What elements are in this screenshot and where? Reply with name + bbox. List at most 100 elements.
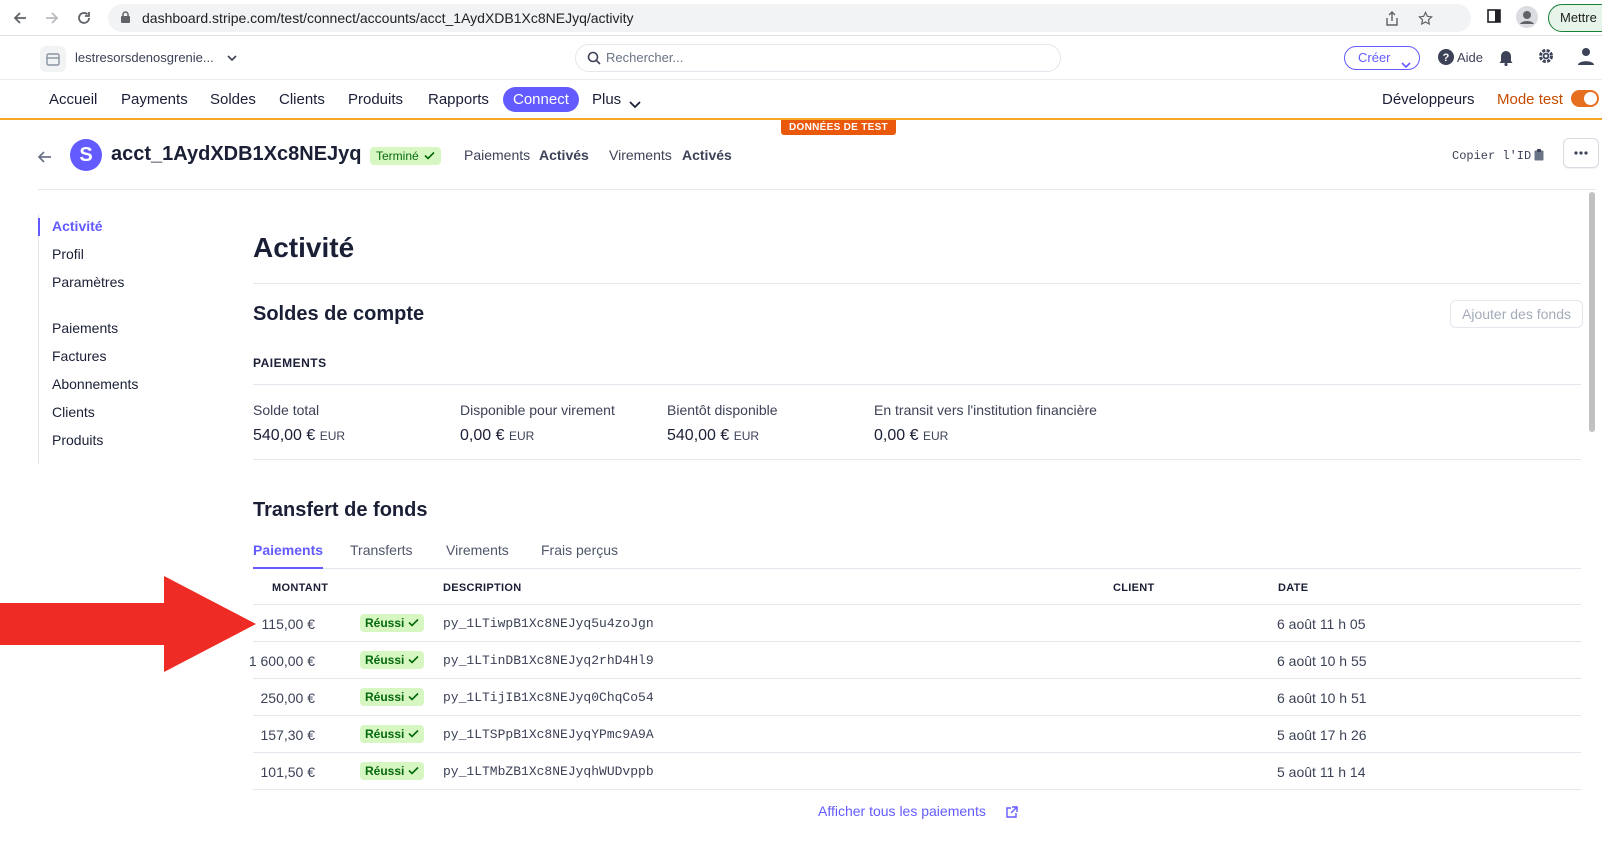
status-label: Réussi — [365, 653, 405, 667]
create-button[interactable]: Créer — [1344, 46, 1420, 70]
payments-subhead: PAIEMENTS — [253, 356, 327, 370]
tab-payouts[interactable]: Virements — [446, 542, 509, 558]
amount-cell: 1 600,00 € — [248, 653, 315, 669]
tab-transfers[interactable]: Transferts — [350, 542, 413, 558]
status-badge: Réussi — [360, 651, 424, 669]
chevron-down-icon[interactable] — [629, 96, 641, 114]
sidebar-item-customers[interactable]: Clients — [52, 404, 95, 420]
search-box[interactable] — [575, 44, 1061, 72]
balance-label: Solde total — [253, 402, 320, 418]
nav-customers[interactable]: Clients — [279, 91, 325, 108]
share-icon[interactable] — [1385, 11, 1399, 31]
date-cell: 6 août 10 h 55 — [1277, 653, 1367, 669]
active-tab-indicator — [253, 567, 323, 569]
browser-toolbar: dashboard.stripe.com/test/connect/accoun… — [0, 0, 1602, 36]
divider — [253, 459, 1581, 460]
store-icon[interactable] — [40, 46, 66, 72]
payouts-capability-value: Activés — [682, 147, 732, 163]
back-arrow-icon[interactable] — [37, 150, 52, 168]
search-input[interactable] — [606, 50, 1046, 65]
payments-capability-value: Activés — [539, 147, 589, 163]
table-row[interactable]: 101,50 € Réussi py_1LTMbZB1Xc8NEJyqhWUDv… — [253, 753, 1581, 790]
check-icon — [408, 692, 419, 701]
currency-code: EUR — [733, 429, 760, 443]
table-row[interactable]: 115,00 € Réussi py_1LTiwpB1Xc8NEJyq5u4zo… — [253, 605, 1581, 642]
nav-products[interactable]: Produits — [348, 91, 403, 108]
more-actions-button[interactable] — [1563, 138, 1599, 168]
external-link-icon[interactable] — [1005, 806, 1018, 824]
back-icon[interactable] — [10, 8, 30, 28]
balances-title: Soldes de compte — [253, 303, 425, 325]
description-cell: py_1LTijIB1Xc8NEJyq0ChqCo54 — [443, 690, 654, 705]
balance-label: Bientôt disponible — [667, 402, 778, 418]
test-mode-label: Mode test — [1497, 91, 1563, 108]
update-button[interactable]: Mettre — [1548, 4, 1602, 32]
balance-label: Disponible pour virement — [460, 402, 615, 418]
account-switcher[interactable]: lestresorsdenosgrenie... — [75, 50, 214, 65]
status-badge: Réussi — [360, 614, 424, 632]
address-bar[interactable]: dashboard.stripe.com/test/connect/accoun… — [108, 4, 1471, 32]
sidebar-item-profile[interactable]: Profil — [52, 246, 84, 262]
table-row[interactable]: 250,00 € Réussi py_1LTijIB1Xc8NEJyq0ChqC… — [253, 679, 1581, 716]
lock-icon — [120, 11, 131, 29]
profile-avatar-icon[interactable] — [1516, 6, 1538, 33]
user-icon[interactable] — [1577, 47, 1595, 70]
scrollbar[interactable] — [1589, 192, 1595, 432]
divider — [253, 283, 1581, 284]
add-funds-button[interactable]: Ajouter des fonds — [1450, 300, 1583, 328]
status-label: Réussi — [365, 764, 405, 778]
tab-payments[interactable]: Paiements — [253, 542, 323, 558]
balance-label: En transit vers l'institution financière — [874, 402, 1097, 418]
copy-id-button[interactable]: Copier l'ID — [1452, 149, 1531, 163]
amount-cell: 101,50 € — [260, 764, 316, 780]
nav-home[interactable]: Accueil — [49, 91, 97, 108]
table-row[interactable]: 157,30 € Réussi py_1LTSPpB1Xc8NEJyqYPmc9… — [253, 716, 1581, 753]
test-data-banner: DONNÉES DE TEST — [781, 120, 896, 135]
nav-reports[interactable]: Rapports — [428, 91, 489, 108]
balance-value: 0,00 € EUR — [460, 427, 534, 445]
sidebar-item-invoices[interactable]: Factures — [52, 348, 106, 364]
sidebar-item-settings[interactable]: Paramètres — [52, 274, 124, 290]
page-title: Activité — [253, 232, 355, 263]
account-id-title: acct_1AydXDB1Xc8NEJyq — [111, 143, 362, 165]
sidebar-item-payments[interactable]: Paiements — [52, 320, 118, 336]
forward-icon[interactable] — [42, 8, 62, 28]
description-cell: py_1LTSPpB1Xc8NEJyqYPmc9A9A — [443, 727, 654, 742]
help-icon[interactable]: ? — [1438, 49, 1454, 70]
status-badge: Terminé — [370, 147, 442, 165]
show-all-payments-link[interactable]: Afficher tous les paiements — [818, 803, 986, 819]
sidebar-item-products[interactable]: Produits — [52, 432, 103, 448]
currency-code: EUR — [319, 429, 346, 443]
developers-link[interactable]: Développeurs — [1382, 91, 1475, 108]
check-icon — [408, 729, 419, 738]
nav-more[interactable]: Plus — [592, 91, 621, 108]
star-icon[interactable] — [1418, 10, 1433, 31]
tab-fees[interactable]: Frais perçus — [541, 542, 618, 558]
amount-cell: 115,00 € — [261, 616, 315, 632]
side-panel-icon[interactable] — [1486, 8, 1502, 29]
status-label: Réussi — [365, 690, 405, 704]
sidebar-item-subscriptions[interactable]: Abonnements — [52, 376, 138, 392]
sidebar-item-activity[interactable]: Activité — [52, 218, 103, 234]
nav-connect[interactable]: Connect — [503, 87, 579, 112]
balance-amount: 540,00 € — [667, 427, 730, 444]
test-mode-toggle[interactable] — [1571, 90, 1599, 107]
status-label: Terminé — [376, 149, 419, 163]
nav-balances[interactable]: Soldes — [210, 91, 256, 108]
balance-amount: 540,00 € — [253, 427, 316, 444]
reload-icon[interactable] — [74, 8, 94, 28]
balance-value: 0,00 € EUR — [874, 427, 948, 445]
table-row[interactable]: 1 600,00 € Réussi py_1LTinDB1Xc8NEJyq2rh… — [249, 642, 1581, 679]
balance-value: 540,00 € EUR — [667, 427, 759, 445]
nav-payments[interactable]: Payments — [121, 91, 188, 108]
gear-icon[interactable] — [1537, 47, 1555, 70]
help-label[interactable]: Aide — [1457, 50, 1483, 65]
transfers-title: Transfert de fonds — [253, 499, 428, 521]
chevron-down-icon[interactable] — [226, 51, 238, 69]
date-cell: 6 août 11 h 05 — [1277, 616, 1366, 632]
bell-icon[interactable] — [1498, 48, 1514, 71]
clipboard-icon[interactable] — [1534, 148, 1544, 166]
column-header-description: DESCRIPTION — [443, 582, 522, 594]
account-avatar: S — [70, 139, 102, 171]
column-header-client: CLIENT — [1113, 582, 1155, 594]
